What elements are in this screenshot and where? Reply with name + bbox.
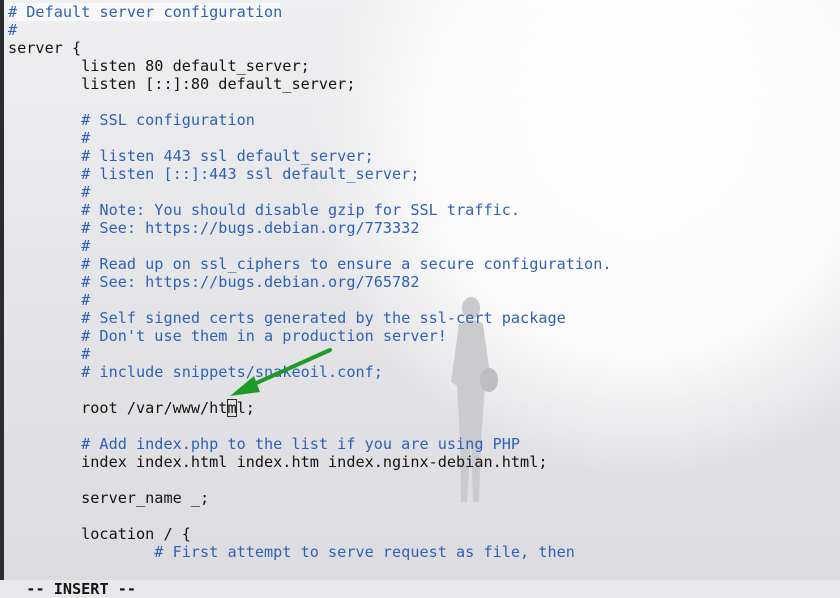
status-bar: -- INSERT -- (8, 562, 136, 598)
code-line[interactable]: # listen 443 ssl default_server; (8, 147, 374, 165)
code-line[interactable]: # (8, 183, 90, 201)
code-line[interactable]: listen [::]:80 default_server; (8, 75, 355, 93)
code-line[interactable]: # (8, 129, 90, 147)
code-line[interactable]: root /var/www/html; (8, 399, 255, 417)
code-line[interactable]: # Self signed certs generated by the ssl… (8, 309, 566, 327)
code-line[interactable]: server { (8, 39, 81, 57)
code-line[interactable]: location / { (8, 525, 191, 543)
text-cursor: m (227, 399, 237, 417)
code-line[interactable]: # (8, 291, 90, 309)
code-line[interactable]: # SSL configuration (8, 111, 255, 129)
code-line[interactable]: # include snippets/snakeoil.conf; (8, 363, 383, 381)
code-line[interactable]: # See: https://bugs.debian.org/773332 (8, 219, 419, 237)
code-text: l; (236, 399, 255, 417)
code-line[interactable]: # Read up on ssl_ciphers to ensure a sec… (8, 255, 611, 273)
vim-editor[interactable]: # Default server configuration # server { … (8, 3, 840, 580)
code-line[interactable]: listen 80 default_server; (8, 57, 310, 75)
code-line[interactable]: # (8, 21, 17, 39)
code-line[interactable]: # Note: You should disable gzip for SSL … (8, 201, 520, 219)
code-line[interactable]: # First attempt to serve request as file… (8, 543, 575, 561)
code-line[interactable]: # See: https://bugs.debian.org/765782 (8, 273, 419, 291)
code-text: root /var/www/ht (8, 399, 228, 417)
code-line[interactable]: # Don't use them in a production server! (8, 327, 447, 345)
code-line[interactable]: # Default server configuration (8, 3, 282, 21)
code-line[interactable]: server_name _; (8, 489, 209, 507)
window-left-border (0, 0, 4, 580)
code-line[interactable]: # (8, 345, 90, 363)
code-line[interactable]: # (8, 237, 90, 255)
code-line[interactable]: index index.html index.htm index.nginx-d… (8, 453, 547, 471)
mode-indicator: -- INSERT -- (26, 580, 137, 598)
code-line[interactable]: # listen [::]:443 ssl default_server; (8, 165, 419, 183)
code-line[interactable]: # Add index.php to the list if you are u… (8, 435, 520, 453)
